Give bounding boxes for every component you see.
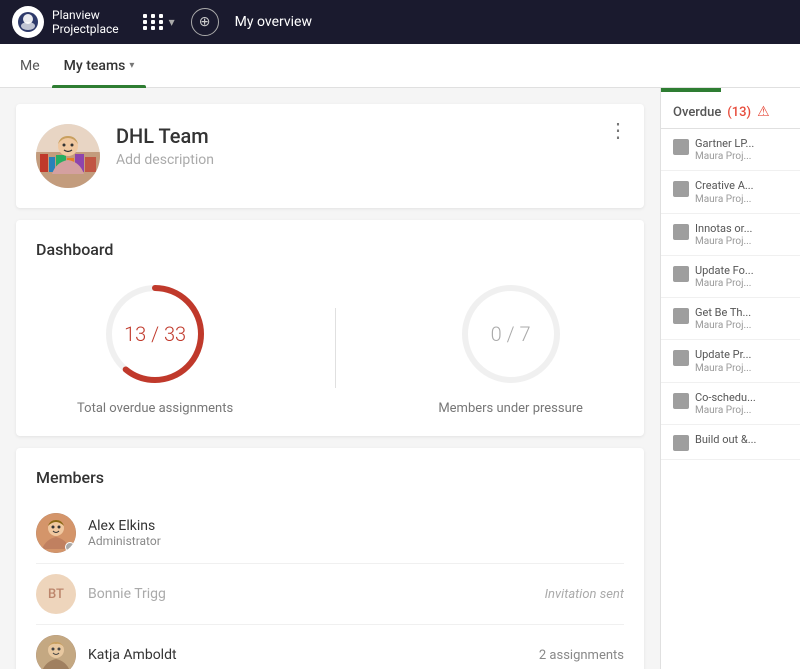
members-title: Members — [36, 468, 624, 487]
team-card: DHL Team Add description ⋮ — [16, 104, 644, 208]
overdue-item[interactable]: Update Pr... Maura Proj... — [661, 340, 800, 382]
metric-pressure-value: 0 / 7 — [491, 322, 531, 346]
overdue-item-icon — [673, 266, 689, 282]
overdue-item-sub: Maura Proj... — [695, 151, 754, 162]
overdue-item-sub: Maura Proj... — [695, 363, 751, 374]
member-avatar-katja — [36, 635, 76, 669]
member-info-katja: Katja Amboldt — [88, 647, 527, 663]
overdue-item-text: Update Pr... Maura Proj... — [695, 348, 751, 373]
overdue-item-text: Update Fo... Maura Proj... — [695, 264, 754, 289]
main-layout: DHL Team Add description ⋮ Dashboard — [0, 88, 800, 669]
bike-icon: ⊕ — [191, 8, 219, 36]
overdue-item[interactable]: Get Be Th... Maura Proj... — [661, 298, 800, 340]
my-teams-chevron-icon: ▾ — [129, 60, 134, 71]
overdue-item-title: Update Pr... — [695, 348, 751, 362]
overdue-item[interactable]: Gartner LP... Maura Proj... — [661, 129, 800, 171]
overdue-item-text: Innotas or... Maura Proj... — [695, 222, 752, 247]
member-assignments: 2 assignments — [539, 648, 624, 663]
dashboard-title: Dashboard — [36, 240, 624, 259]
overdue-item-icon — [673, 181, 689, 197]
left-panel: DHL Team Add description ⋮ Dashboard — [0, 88, 660, 669]
team-info: DHL Team Add description — [116, 124, 624, 168]
overdue-item[interactable]: Build out &... — [661, 425, 800, 460]
overdue-item-text: Gartner LP... Maura Proj... — [695, 137, 754, 162]
overdue-item-title: Innotas or... — [695, 222, 752, 236]
team-avatar — [36, 124, 100, 188]
overdue-item-sub: Maura Proj... — [695, 194, 754, 205]
overdue-item-icon — [673, 393, 689, 409]
metric-pressure-circle: 0 / 7 — [456, 279, 566, 389]
member-role: Administrator — [88, 534, 624, 548]
team-description[interactable]: Add description — [116, 152, 624, 168]
member-item: BT Bonnie Trigg Invitation sent — [36, 564, 624, 625]
metric-overdue-label: Total overdue assignments — [77, 401, 233, 416]
member-name: Alex Elkins — [88, 518, 624, 534]
member-initials: BT — [48, 587, 64, 602]
overdue-item[interactable]: Innotas or... Maura Proj... — [661, 214, 800, 256]
overdue-item-text: Build out &... — [695, 433, 756, 447]
member-avatar-bonnie: BT — [36, 574, 76, 614]
member-item: Katja Amboldt 2 assignments — [36, 625, 624, 669]
logo-icon — [12, 6, 44, 38]
dashboard-metrics: 13 / 33 Total overdue assignments 0 / 7 … — [36, 279, 624, 416]
overdue-item-title: Update Fo... — [695, 264, 754, 278]
overdue-item-title: Build out &... — [695, 433, 756, 447]
overdue-item-icon — [673, 435, 689, 451]
member-info-alex: Alex Elkins Administrator — [88, 518, 624, 548]
metric-pressure: 0 / 7 Members under pressure — [438, 279, 583, 416]
overdue-count: (13) — [727, 105, 751, 120]
member-avatar-alex — [36, 513, 76, 553]
top-navigation: Planview Projectplace ▾ ⊕ My overview — [0, 0, 800, 44]
member-info-bonnie: Bonnie Trigg — [88, 586, 533, 602]
overdue-item-sub: Maura Proj... — [695, 278, 754, 289]
member-name: Bonnie Trigg — [88, 586, 533, 602]
member-item: Alex Elkins Administrator — [36, 503, 624, 564]
overdue-header: Overdue (13) ⚠ — [661, 92, 800, 129]
overdue-item[interactable]: Update Fo... Maura Proj... — [661, 256, 800, 298]
overdue-item-sub: Maura Proj... — [695, 405, 756, 416]
grid-menu-icon[interactable]: ▾ — [143, 14, 175, 30]
overdue-item-text: Creative A... Maura Proj... — [695, 179, 754, 204]
overdue-item-icon — [673, 139, 689, 155]
overdue-item-sub: Maura Proj... — [695, 236, 752, 247]
member-status-dot — [65, 542, 75, 552]
overdue-item-title: Get Be Th... — [695, 306, 751, 320]
tab-me[interactable]: Me — [16, 44, 52, 88]
overdue-item-icon — [673, 350, 689, 366]
metric-pressure-label: Members under pressure — [438, 401, 583, 416]
members-card: Members Alex Elkins — [16, 448, 644, 669]
overdue-item-icon — [673, 308, 689, 324]
member-name: Katja Amboldt — [88, 647, 527, 663]
overdue-item-text: Co-schedu... Maura Proj... — [695, 391, 756, 416]
overdue-item-icon — [673, 224, 689, 240]
metric-overdue: 13 / 33 Total overdue assignments — [77, 279, 233, 416]
grid-chevron-icon: ▾ — [169, 15, 175, 29]
grid-dots — [143, 14, 165, 30]
metric-divider — [335, 308, 336, 388]
overdue-item[interactable]: Creative A... Maura Proj... — [661, 171, 800, 213]
logo-area: Planview Projectplace — [12, 6, 119, 38]
overdue-item[interactable]: Co-schedu... Maura Proj... — [661, 383, 800, 425]
overdue-item-title: Creative A... — [695, 179, 754, 193]
overdue-item-title: Co-schedu... — [695, 391, 756, 405]
metric-overdue-circle: 13 / 33 — [100, 279, 210, 389]
sub-navigation: Me My teams ▾ — [0, 44, 800, 88]
overdue-label: Overdue — [673, 105, 721, 120]
team-name: DHL Team — [116, 124, 624, 148]
overdue-item-sub: Maura Proj... — [695, 320, 751, 331]
overdue-item-title: Gartner LP... — [695, 137, 754, 151]
team-more-button[interactable]: ⋮ — [608, 120, 628, 140]
overdue-item-text: Get Be Th... Maura Proj... — [695, 306, 751, 331]
metric-overdue-value: 13 / 33 — [124, 322, 186, 346]
dashboard-card: Dashboard 13 / 33 Total overdue assignme… — [16, 220, 644, 436]
right-panel: Overdue (13) ⚠ Gartner LP... Maura Proj.… — [660, 88, 800, 669]
my-overview-button[interactable]: My overview — [235, 14, 312, 30]
logo-text: Planview Projectplace — [52, 8, 119, 37]
member-invitation-status: Invitation sent — [545, 587, 624, 602]
tab-my-teams[interactable]: My teams ▾ — [52, 44, 147, 88]
warning-icon: ⚠ — [757, 104, 770, 120]
